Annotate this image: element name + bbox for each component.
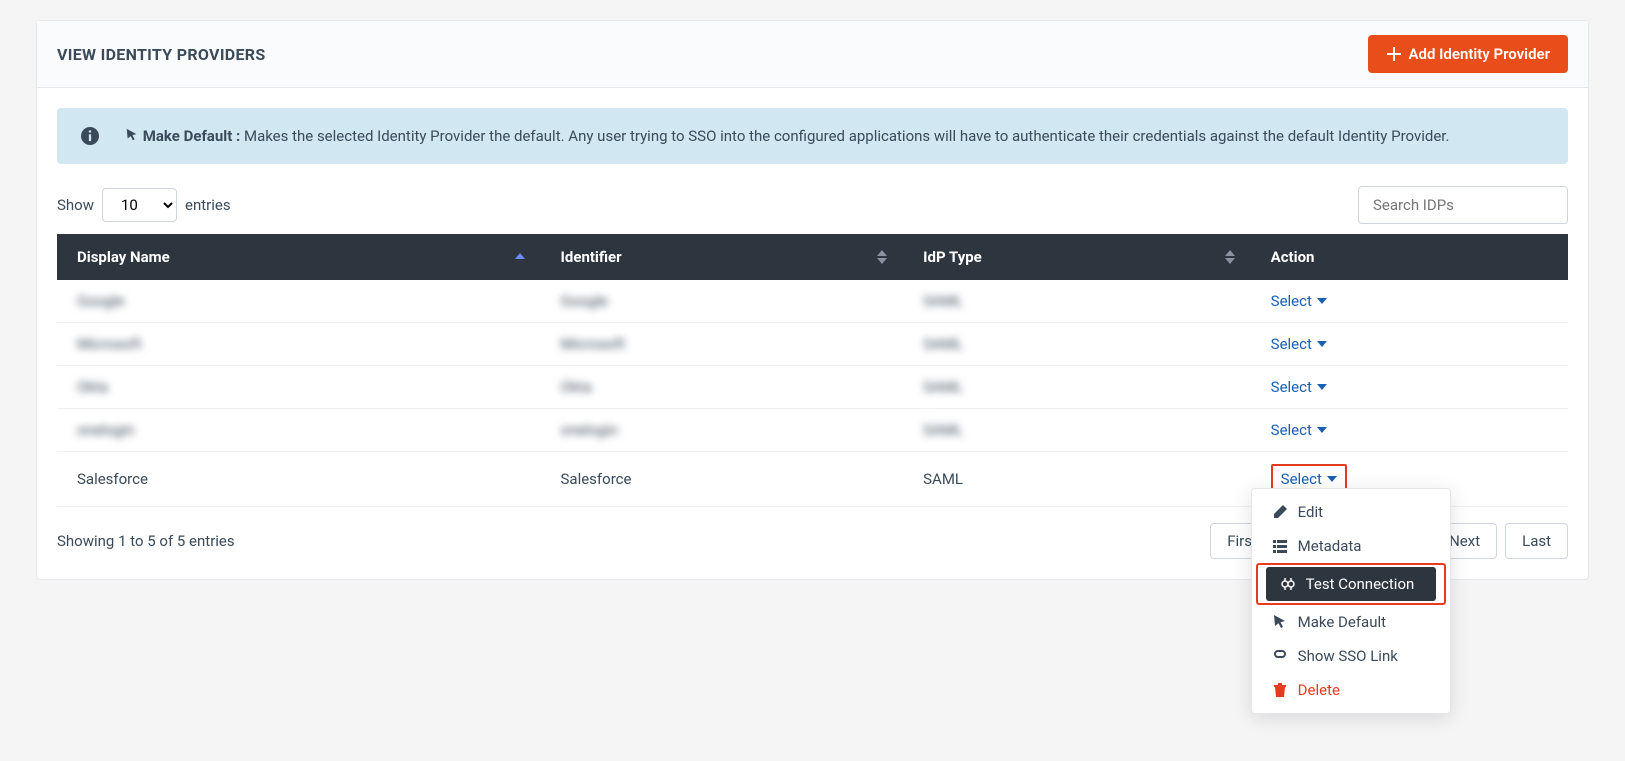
cell-display-name: Salesforce bbox=[57, 452, 541, 507]
info-text: Make Default : Makes the selected Identi… bbox=[125, 124, 1449, 148]
card-header: VIEW IDENTITY PROVIDERS Add Identity Pro… bbox=[37, 21, 1588, 88]
col-idp-type[interactable]: IdP Type bbox=[903, 234, 1251, 280]
cell-action: Select bbox=[1251, 409, 1568, 452]
cell-idp-type: SAML bbox=[903, 323, 1251, 366]
trash-icon bbox=[1272, 682, 1288, 698]
table-controls: Show 10 entries bbox=[57, 186, 1568, 224]
identity-providers-card: VIEW IDENTITY PROVIDERS Add Identity Pro… bbox=[36, 20, 1589, 580]
select-action-dropdown[interactable]: Select bbox=[1271, 335, 1327, 353]
cell-idp-type: SAML bbox=[903, 366, 1251, 409]
dropdown-item-metadata[interactable]: Metadata bbox=[1252, 529, 1450, 563]
page-title: VIEW IDENTITY PROVIDERS bbox=[57, 45, 266, 64]
pointer-icon bbox=[1272, 614, 1288, 630]
sort-icon bbox=[877, 250, 887, 264]
cell-identifier: Microsoft bbox=[541, 323, 904, 366]
info-icon bbox=[81, 127, 99, 145]
cell-action: Select bbox=[1251, 366, 1568, 409]
select-action-dropdown[interactable]: Select bbox=[1281, 470, 1337, 488]
caret-down-icon bbox=[1317, 298, 1327, 304]
caret-down-icon bbox=[1317, 427, 1327, 433]
caret-down-icon bbox=[1317, 384, 1327, 390]
link-icon bbox=[1272, 648, 1288, 664]
caret-down-icon bbox=[1327, 476, 1337, 482]
search-input[interactable] bbox=[1358, 186, 1568, 224]
cell-display-name: Okta bbox=[57, 366, 541, 409]
dropdown-item-test[interactable]: Test Connection bbox=[1266, 567, 1436, 601]
cell-idp-type: SAML bbox=[903, 452, 1251, 507]
page-last[interactable]: Last bbox=[1505, 523, 1568, 559]
sort-icon bbox=[515, 253, 525, 261]
select-action-dropdown[interactable]: Select bbox=[1271, 421, 1327, 439]
show-entries: Show 10 entries bbox=[57, 188, 231, 222]
cell-identifier: Salesforce bbox=[541, 452, 904, 507]
search-box bbox=[1358, 186, 1568, 224]
table-row: oneloginoneloginSAMLSelect bbox=[57, 409, 1568, 452]
pointer-icon bbox=[125, 128, 139, 142]
caret-down-icon bbox=[1317, 341, 1327, 347]
cell-identifier: Google bbox=[541, 280, 904, 323]
list-icon bbox=[1272, 538, 1288, 554]
showing-info: Showing 1 to 5 of 5 entries bbox=[57, 532, 235, 550]
table-row: OktaOktaSAMLSelect bbox=[57, 366, 1568, 409]
entries-select[interactable]: 10 bbox=[102, 188, 177, 222]
gears-icon bbox=[1280, 576, 1296, 592]
dropdown-item-delete[interactable]: Delete bbox=[1252, 673, 1450, 707]
select-action-dropdown[interactable]: Select bbox=[1271, 292, 1327, 310]
cell-idp-type: SAML bbox=[903, 409, 1251, 452]
col-display-name[interactable]: Display Name bbox=[57, 234, 541, 280]
dropdown-item-make-default[interactable]: Make Default bbox=[1252, 605, 1450, 639]
cell-action: Select bbox=[1251, 280, 1568, 323]
select-action-dropdown[interactable]: Select bbox=[1271, 378, 1327, 396]
info-banner: Make Default : Makes the selected Identi… bbox=[57, 108, 1568, 164]
col-action: Action bbox=[1251, 234, 1568, 280]
table-row: SalesforceSalesforceSAMLSelectEditMetada… bbox=[57, 452, 1568, 507]
dropdown-item-sso-link[interactable]: Show SSO Link bbox=[1252, 639, 1450, 673]
table-row: GoogleGoogleSAMLSelect bbox=[57, 280, 1568, 323]
banner-label: Make Default : bbox=[143, 127, 241, 145]
cell-action: SelectEditMetadataTest ConnectionMake De… bbox=[1251, 452, 1568, 507]
cell-identifier: Okta bbox=[541, 366, 904, 409]
edit-icon bbox=[1272, 504, 1288, 520]
card-body: Make Default : Makes the selected Identi… bbox=[37, 88, 1588, 579]
add-identity-provider-button[interactable]: Add Identity Provider bbox=[1368, 35, 1568, 73]
cell-display-name: Google bbox=[57, 280, 541, 323]
idp-table: Display Name Identifier IdP Type bbox=[57, 234, 1568, 507]
cell-identifier: onelogin bbox=[541, 409, 904, 452]
sort-icon bbox=[1225, 250, 1235, 264]
action-dropdown-menu: EditMetadata Test Connection Make DefaultS… bbox=[1251, 488, 1451, 714]
table-row: MicrosoftMicrosoftSAMLSelect bbox=[57, 323, 1568, 366]
show-label: Show bbox=[57, 196, 94, 214]
entries-label: entries bbox=[185, 196, 231, 214]
cell-display-name: Microsoft bbox=[57, 323, 541, 366]
plus-icon bbox=[1386, 46, 1402, 62]
cell-action: Select bbox=[1251, 323, 1568, 366]
dropdown-item-edit[interactable]: Edit bbox=[1252, 495, 1450, 529]
add-button-label: Add Identity Provider bbox=[1408, 45, 1550, 63]
banner-description: Makes the selected Identity Provider the… bbox=[244, 127, 1449, 145]
col-identifier[interactable]: Identifier bbox=[541, 234, 904, 280]
cell-idp-type: SAML bbox=[903, 280, 1251, 323]
cell-display-name: onelogin bbox=[57, 409, 541, 452]
